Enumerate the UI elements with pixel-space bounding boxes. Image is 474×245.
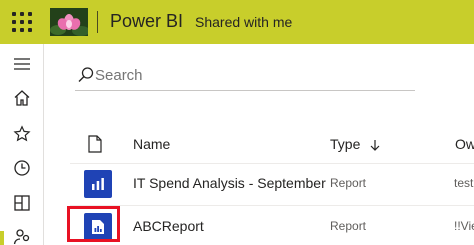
- search-icon: [77, 66, 95, 84]
- row-divider: [70, 205, 474, 206]
- column-header-name[interactable]: Name: [133, 136, 170, 152]
- item-type: Report: [330, 176, 367, 190]
- search-underline: [75, 90, 415, 91]
- active-nav-indicator: [0, 231, 4, 245]
- left-nav-pane: [0, 44, 44, 245]
- top-app-bar: Power BI Shared with me: [0, 0, 474, 44]
- search-input[interactable]: [95, 64, 395, 86]
- table-row[interactable]: ABCReport Report !!Vie: [70, 207, 474, 245]
- lotus-flower-logo[interactable]: [50, 8, 88, 36]
- breadcrumb: Shared with me: [195, 14, 293, 30]
- apps-icon[interactable]: [8, 189, 36, 217]
- menu-icon[interactable]: [8, 50, 36, 78]
- report-chart-icon: [84, 170, 112, 198]
- header-divider: [97, 11, 98, 33]
- clock-icon[interactable]: [8, 154, 36, 182]
- item-name[interactable]: IT Spend Analysis - September: [133, 175, 326, 191]
- item-name[interactable]: ABCReport: [133, 218, 204, 234]
- star-icon[interactable]: [8, 120, 36, 148]
- column-header-type[interactable]: Type: [330, 136, 380, 154]
- shared-people-icon[interactable]: [8, 222, 36, 245]
- app-launcher-icon[interactable]: [12, 12, 32, 32]
- column-header-owner[interactable]: Ow: [455, 136, 474, 152]
- item-type: Report: [330, 219, 367, 233]
- column-header-type-label: Type: [330, 136, 361, 152]
- home-icon[interactable]: [8, 84, 36, 112]
- highlight-box: [67, 206, 120, 242]
- search-box[interactable]: [65, 60, 415, 91]
- table-row[interactable]: IT Spend Analysis - September Report tes…: [70, 164, 474, 204]
- document-icon: [88, 135, 102, 158]
- app-title[interactable]: Power BI: [110, 11, 183, 32]
- item-owner: test: [454, 176, 474, 190]
- arrow-down-icon: [370, 138, 380, 154]
- item-owner: !!Vie: [454, 219, 474, 233]
